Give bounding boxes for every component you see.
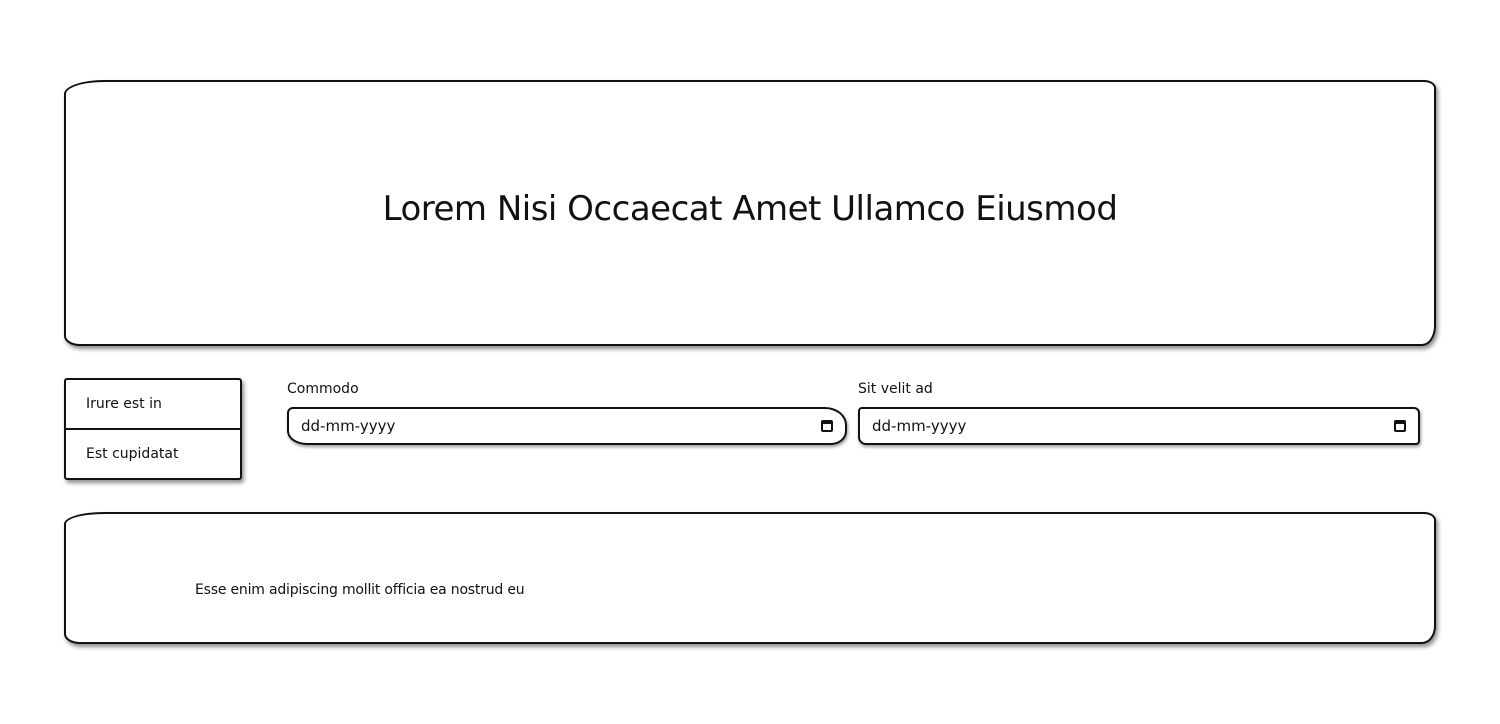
menu-item-est-cupidatat[interactable]: Est cupidatat xyxy=(66,428,240,478)
sit-velit-ad-date-input[interactable]: dd-mm-yyyy xyxy=(858,407,1420,445)
header-banner: Lorem Nisi Occaecat Amet Ullamco Eiusmod xyxy=(64,80,1436,346)
menu-item-irure[interactable]: Irure est in xyxy=(66,380,240,428)
commodo-field: Commodo dd-mm-yyyy xyxy=(287,381,847,445)
footer-text: Esse enim adipiscing mollit officia ea n… xyxy=(195,582,525,598)
sit-velit-ad-date-placeholder: dd-mm-yyyy xyxy=(872,417,967,435)
calendar-icon[interactable] xyxy=(821,420,833,432)
commodo-date-input[interactable]: dd-mm-yyyy xyxy=(287,407,847,445)
commodo-date-placeholder: dd-mm-yyyy xyxy=(301,417,396,435)
sit-velit-ad-label: Sit velit ad xyxy=(858,381,933,397)
calendar-icon[interactable] xyxy=(1394,420,1406,432)
footer-box: Esse enim adipiscing mollit officia ea n… xyxy=(64,512,1436,644)
commodo-label: Commodo xyxy=(287,381,359,397)
sit-velit-ad-field: Sit velit ad dd-mm-yyyy xyxy=(858,381,1420,445)
side-menu: Irure est in Est cupidatat xyxy=(64,378,242,480)
page: Lorem Nisi Occaecat Amet Ullamco Eiusmod… xyxy=(0,0,1500,724)
page-title: Lorem Nisi Occaecat Amet Ullamco Eiusmod xyxy=(382,189,1118,229)
